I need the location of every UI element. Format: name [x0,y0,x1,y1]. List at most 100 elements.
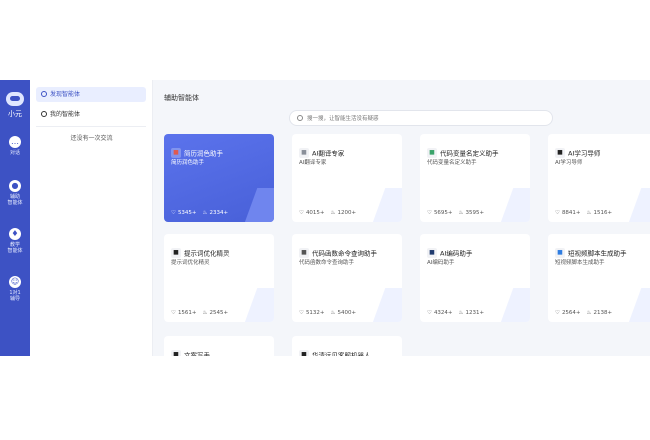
heart-icon: ♡ [555,210,560,216]
card-decoration [242,188,274,222]
tutor-icon: ☺ [9,276,21,288]
card-decoration [370,188,402,222]
agent-card[interactable]: ■ 华清远见客服机器人 [292,336,402,356]
secondary-sidebar: 发现智能体 我的智能体 还没有一次交流 [30,80,153,356]
fire-icon: ♨ [586,310,592,316]
fire-icon: ♨ [202,210,208,216]
user-icon [41,111,47,117]
rail-item-label: 对话 [9,150,20,156]
heat-count: 1231+ [465,310,485,316]
heart-icon: ♡ [171,210,176,216]
card-description: 短视频脚本生成助手 [555,260,605,266]
heat-count: 3595+ [465,210,485,216]
search-icon [297,115,303,121]
heart-icon: ♡ [427,310,432,316]
like-count: 2564+ [561,310,581,316]
card-stats: ♡ 2564+ ♨ 2138+ [555,310,612,316]
heat-count: 5400+ [337,310,357,316]
agent-card[interactable]: ■ 提示词优化精灵 提示词优化精灵 ♡ 1561+ ♨ 2545+ [164,234,274,322]
fire-icon: ♨ [330,210,336,216]
sidebar-item-label: 我的智能体 [50,111,81,118]
card-header: ■ 文案写手 [171,344,210,356]
agent-card[interactable]: ■ 代码函数命令查询助手 代码函数命令查询助手 ♡ 5132+ ♨ 5400+ [292,234,402,322]
card-header: ■ 华清远见客服机器人 [299,344,371,357]
like-count: 5132+ [305,310,325,316]
page-title: 辅助智能体 [164,94,199,102]
app-screen: 小元 … 对话 ● 辅助 智能体 ♦ 教学 智能体 ☺ 1对1 辅导 发现智能体… [0,80,650,356]
card-description: 代码变量名定义助手 [427,160,477,166]
prompt-icon: ■ [171,247,181,258]
card-description: AI翻译专家 [299,160,327,166]
card-stats: ♡ 5132+ ♨ 5400+ [299,310,356,316]
rail-item-tutor[interactable]: ☺ 1对1 辅导 [0,276,30,302]
like-count: 4015+ [305,210,325,216]
heat-count: 2138+ [593,310,613,316]
teacher-icon: ♦ [9,228,21,240]
agent-card[interactable]: ■ 文案写手 [164,336,274,356]
card-header: ■ AI翻译专家 [299,142,344,158]
heart-icon: ♡ [427,210,432,216]
code-var-icon: ■ [427,147,437,158]
heat-count: 1200+ [337,210,357,216]
like-count: 4324+ [433,310,453,316]
graduation-cap-icon: ■ [555,147,565,158]
video-script-icon: ■ [555,247,565,258]
rail-item-chat[interactable]: … 对话 [0,136,30,156]
card-decoration [242,288,274,322]
main-content: 辅助智能体 ■简历润色助手简历润色助手♡5345+♨2334+■AI翻译专家AI… [153,80,650,356]
card-title: AI翻译专家 [312,149,345,158]
agent-card[interactable]: ■ AI学习导师 AI学习导师 ♡ 8841+ ♨ 1516+ [548,134,650,222]
card-header: ■ 代码变量名定义助手 [427,142,499,158]
card-decoration [498,188,530,222]
fire-icon: ♨ [458,310,464,316]
card-header: ■ 代码函数命令查询助手 [299,242,377,258]
card-title: 华清远见客服机器人 [312,351,371,357]
heat-count: 1516+ [593,210,613,216]
like-count: 1561+ [177,310,197,316]
heart-icon: ♡ [299,310,304,316]
card-stats: ♡ 5345+ ♨ 2334+ [171,210,228,216]
fire-icon: ♨ [330,310,336,316]
chat-icon: … [9,136,21,148]
agent-card[interactable]: ■ 简历润色助手简历润色助手 ♡ 5345+ ♨ 2334+ [164,134,274,222]
card-decoration [626,188,650,222]
card-description: 简历润色助手 [171,160,205,166]
agent-card[interactable]: ■ 短视频脚本生成助手 短视频脚本生成助手 ♡ 2564+ ♨ 2138+ [548,234,650,322]
fire-icon: ♨ [458,210,464,216]
card-description: 代码函数命令查询助手 [299,260,355,266]
card-decoration [626,288,650,322]
resume-icon: ■ [171,147,181,158]
rail-item-teach-agent[interactable]: ♦ 教学 智能体 [0,228,30,254]
rail-item-label: 辅助 智能体 [7,194,23,206]
card-stats: ♡ 1561+ ♨ 2545+ [171,310,228,316]
card-stats: ♡ 4324+ ♨ 1231+ [427,310,484,316]
robot-logo-icon [6,92,24,106]
rail-item-label: 1对1 辅导 [9,290,21,302]
service-robot-icon: ■ [299,349,309,356]
card-stats: ♡ 8841+ ♨ 1516+ [555,210,612,216]
heart-icon: ♡ [171,310,176,316]
sidebar-item-my-agents[interactable]: 我的智能体 [36,107,146,122]
agent-card[interactable]: ■ AI翻译专家 AI翻译专家 ♡ 4015+ ♨ 1200+ [292,134,402,222]
agent-card[interactable]: ■ AI编码助手 AI编码助手 ♡ 4324+ ♨ 1231+ [420,234,530,322]
card-description: AI学习导师 [555,160,583,166]
agent-card[interactable]: ■ 代码变量名定义助手 代码变量名定义助手 ♡ 5695+ ♨ 3595+ [420,134,530,222]
card-title: AI学习导师 [568,149,601,158]
card-title: 代码函数命令查询助手 [312,249,377,258]
rail-item-assist-agent[interactable]: ● 辅助 智能体 [0,180,30,206]
card-header: ■ 简历润色助手 [171,142,223,158]
card-header: ■ AI学习导师 [555,142,600,158]
card-header: ■ 短视频脚本生成助手 [555,242,627,258]
sidebar-item-label: 发现智能体 [50,91,81,98]
card-description: 提示词优化精灵 [171,260,210,266]
copywriter-icon: ■ [171,349,181,356]
rail-item-label: 教学 智能体 [7,242,23,254]
heat-count: 2545+ [209,310,229,316]
sidebar-item-discover-agents[interactable]: 发现智能体 [36,87,146,102]
coding-icon: ■ [427,247,437,258]
card-header: ■ AI编码助手 [427,242,472,258]
translate-icon: ■ [299,147,309,158]
search-box[interactable] [289,110,553,126]
left-rail: 小元 … 对话 ● 辅助 智能体 ♦ 教学 智能体 ☺ 1对1 辅导 [0,80,30,356]
search-input[interactable] [307,113,537,124]
